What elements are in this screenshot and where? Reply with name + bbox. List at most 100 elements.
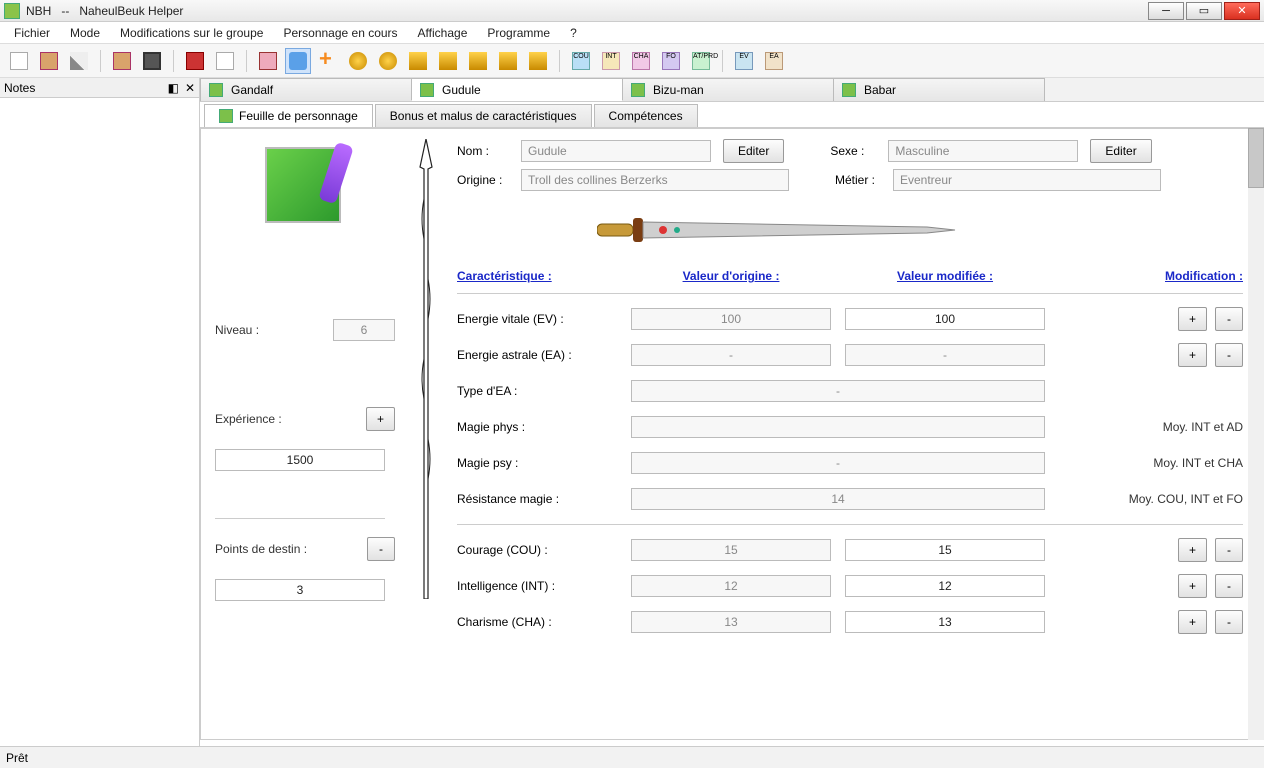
character-sheet: Niveau : Expérience : + Points de destin… xyxy=(200,128,1258,740)
stat-cou-plus[interactable]: + xyxy=(1178,538,1207,562)
scrollbar-thumb[interactable] xyxy=(1248,128,1264,188)
stat-cou-minus[interactable]: - xyxy=(1215,538,1243,562)
close-button[interactable]: ✕ xyxy=(1224,2,1260,20)
sheet-icon xyxy=(219,109,233,123)
tool-user-remove[interactable] xyxy=(255,48,281,74)
origine-field xyxy=(521,169,789,191)
header-caracteristique: Caractéristique : xyxy=(457,269,617,283)
stat-mpsy-note: Moy. INT et CHA xyxy=(1153,456,1243,470)
niveau-field xyxy=(333,319,395,341)
tab-bizuman[interactable]: Bizu-man xyxy=(622,78,834,101)
tool-badge-int[interactable]: INT xyxy=(598,48,624,74)
stat-ev-origin xyxy=(631,308,831,330)
stat-cha-modified[interactable] xyxy=(845,611,1045,633)
app-title: NaheulBeuk Helper xyxy=(79,4,183,18)
menu-perso-en-cours[interactable]: Personnage en cours xyxy=(273,23,407,43)
tab-gandalf[interactable]: Gandalf xyxy=(200,78,412,101)
tab-babar[interactable]: Babar xyxy=(833,78,1045,101)
tool-box-2[interactable] xyxy=(109,48,135,74)
stat-res-label: Résistance magie : xyxy=(457,492,617,506)
stat-int-modified[interactable] xyxy=(845,575,1045,597)
tool-badge-ea[interactable]: EA xyxy=(761,48,787,74)
stat-ev-modified[interactable] xyxy=(845,308,1045,330)
stat-type-ea-label: Type d'EA : xyxy=(457,384,617,398)
character-tabs: Gandalf Gudule Bizu-man Babar xyxy=(200,78,1264,102)
vertical-scrollbar[interactable] xyxy=(1248,128,1264,740)
notes-close-icon[interactable]: ✕ xyxy=(185,81,195,95)
menu-fichier[interactable]: Fichier xyxy=(4,23,60,43)
stat-cou-label: Courage (COU) : xyxy=(457,543,617,557)
menu-help[interactable]: ? xyxy=(560,23,587,43)
experience-label: Expérience : xyxy=(215,412,360,426)
avatar xyxy=(265,147,341,223)
notes-body[interactable] xyxy=(0,98,199,746)
tool-coins-add-1[interactable] xyxy=(345,48,371,74)
tool-box-1[interactable] xyxy=(36,48,62,74)
subtab-feuille[interactable]: Feuille de personnage xyxy=(204,104,373,127)
stat-ev-plus[interactable]: + xyxy=(1178,307,1207,331)
menu-bar: Fichier Mode Modifications sur le groupe… xyxy=(0,22,1264,44)
stat-int-plus[interactable]: + xyxy=(1178,574,1207,598)
stat-cha-plus[interactable]: + xyxy=(1178,610,1207,634)
tab-gudule[interactable]: Gudule xyxy=(411,78,623,101)
stat-ev-minus[interactable]: - xyxy=(1215,307,1243,331)
app-icon xyxy=(4,3,20,19)
tool-badge-at[interactable]: AT/PRD xyxy=(688,48,714,74)
tab-label: Bizu-man xyxy=(653,83,704,97)
tool-coins-stack-add[interactable] xyxy=(435,48,461,74)
notes-undock-icon[interactable]: ◧ xyxy=(168,81,179,95)
tool-coins-stack-1[interactable] xyxy=(405,48,431,74)
experience-field[interactable] xyxy=(215,449,385,471)
stat-cha-minus[interactable]: - xyxy=(1215,610,1243,634)
menu-modif-groupe[interactable]: Modifications sur le groupe xyxy=(110,23,273,43)
app-title-short: NBH xyxy=(26,4,51,18)
toolbar: + COU INT CHA FO AT/PRD EV EA xyxy=(0,44,1264,78)
stat-cha-origin xyxy=(631,611,831,633)
stat-ea-label: Energie astrale (EA) : xyxy=(457,348,617,362)
stat-ea-modified xyxy=(845,344,1045,366)
stat-mpsy-label: Magie psy : xyxy=(457,456,617,470)
stat-int-minus[interactable]: - xyxy=(1215,574,1243,598)
tab-label: Gandalf xyxy=(231,83,273,97)
tool-badge-cou[interactable]: COU xyxy=(568,48,594,74)
title-bar: NBH -- NaheulBeuk Helper ─ ▭ ✕ xyxy=(0,0,1264,22)
subtab-bonus[interactable]: Bonus et malus de caractéristiques xyxy=(375,104,592,127)
stat-ea-plus[interactable]: + xyxy=(1178,343,1207,367)
niveau-label: Niveau : xyxy=(215,323,327,337)
tool-coins-remove-1[interactable] xyxy=(495,48,521,74)
tool-coins-add-2[interactable] xyxy=(375,48,401,74)
experience-plus-button[interactable]: + xyxy=(366,407,395,431)
stat-mphys-note: Moy. INT et AD xyxy=(1163,420,1243,434)
minimize-button[interactable]: ─ xyxy=(1148,2,1184,20)
header-modification: Modification : xyxy=(1059,269,1243,283)
tool-doc[interactable] xyxy=(212,48,238,74)
tool-badge-fo[interactable]: FO xyxy=(658,48,684,74)
maximize-button[interactable]: ▭ xyxy=(1186,2,1222,20)
stat-mphys-value xyxy=(631,416,1045,438)
destin-field[interactable] xyxy=(215,579,385,601)
tool-badge-ev[interactable]: EV xyxy=(731,48,757,74)
header-valeur-modifiee: Valeur modifiée : xyxy=(845,269,1045,283)
tool-add[interactable]: + xyxy=(315,48,341,74)
nom-edit-button[interactable]: Editer xyxy=(723,139,784,163)
tool-badge-cha[interactable]: CHA xyxy=(628,48,654,74)
menu-mode[interactable]: Mode xyxy=(60,23,110,43)
tool-chat[interactable] xyxy=(285,48,311,74)
tool-coins-stack-2[interactable] xyxy=(465,48,491,74)
tool-coins-remove-2[interactable] xyxy=(525,48,551,74)
character-icon xyxy=(631,83,645,97)
stat-ev-label: Energie vitale (EV) : xyxy=(457,312,617,326)
destin-minus-button[interactable]: - xyxy=(367,537,395,561)
tool-new[interactable] xyxy=(6,48,32,74)
sexe-label: Sexe : xyxy=(830,144,876,158)
subtab-comp[interactable]: Compétences xyxy=(594,104,698,127)
tool-book[interactable] xyxy=(182,48,208,74)
menu-programme[interactable]: Programme xyxy=(477,23,560,43)
sexe-edit-button[interactable]: Editer xyxy=(1090,139,1151,163)
menu-affichage[interactable]: Affichage xyxy=(408,23,478,43)
stat-ea-minus[interactable]: - xyxy=(1215,343,1243,367)
tool-edit[interactable] xyxy=(66,48,92,74)
stat-cou-modified[interactable] xyxy=(845,539,1045,561)
destin-label: Points de destin : xyxy=(215,542,361,556)
tool-save[interactable] xyxy=(139,48,165,74)
